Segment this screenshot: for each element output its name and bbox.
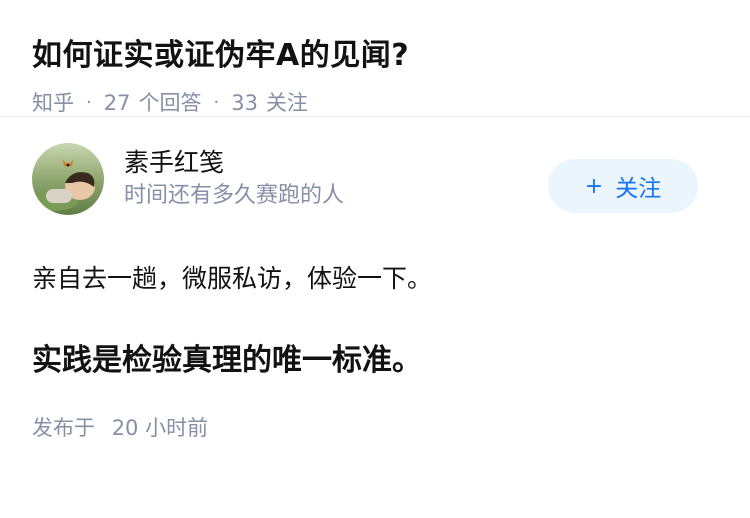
meta-separator: · xyxy=(86,92,92,113)
question-meta: 知乎 · 27 个回答 · 33 关注 xyxy=(32,88,718,118)
author-info: 素手红笺 时间还有多久赛跑的人 xyxy=(124,146,344,212)
source-label[interactable]: 知乎 xyxy=(32,88,74,118)
plus-icon: + xyxy=(584,173,604,199)
question-header: 如何证实或证伪牢A的见闻? 知乎 · 27 个回答 · 33 关注 xyxy=(0,0,750,117)
follow-count: 33 xyxy=(231,91,258,115)
avatar-image xyxy=(32,143,104,215)
publish-time: 发布于 20 小时前 xyxy=(32,413,718,443)
answer-count-label: 个回答 xyxy=(138,91,202,115)
answer-count: 27 xyxy=(103,91,131,115)
follow-button[interactable]: + 关注 xyxy=(548,159,698,213)
follow-count-label: 关注 xyxy=(265,91,308,115)
author-row: 素手红笺 时间还有多久赛跑的人 + 关注 xyxy=(32,117,718,241)
question-title[interactable]: 如何证实或证伪牢A的见闻? xyxy=(32,34,718,78)
publish-prefix: 发布于 xyxy=(32,416,95,440)
author-name[interactable]: 素手红笺 xyxy=(124,146,344,180)
answer-paragraph: 亲自去一趟，微服私访，体验一下。 xyxy=(32,264,433,293)
follow-button-label: 关注 xyxy=(615,176,662,202)
answer-card: 素手红笺 时间还有多久赛跑的人 + 关注 亲自去一趟，微服私访，体验一下。 实践… xyxy=(0,117,750,443)
answer-paragraph-bold: 实践是检验真理的唯一标准。 xyxy=(32,343,422,378)
meta-separator: · xyxy=(213,92,220,113)
author-bio: 时间还有多久赛跑的人 xyxy=(124,183,345,208)
publish-time-value: 20 小时前 xyxy=(111,416,209,440)
avatar[interactable] xyxy=(32,143,104,215)
